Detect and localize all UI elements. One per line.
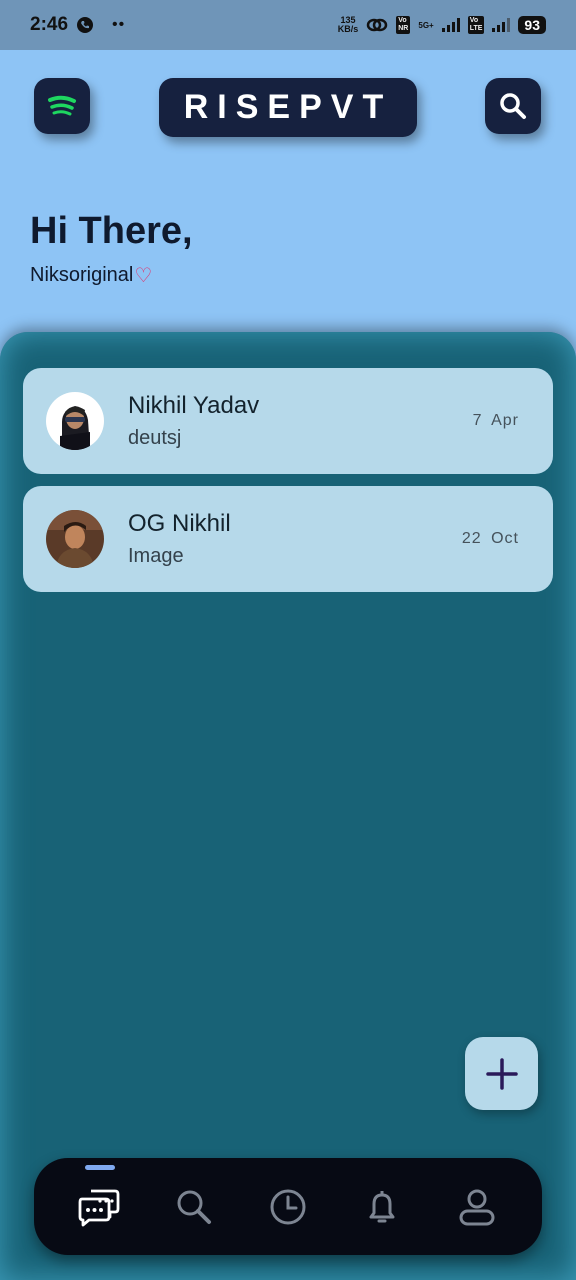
chat-name: Nikhil Yadav xyxy=(128,392,260,419)
search-icon xyxy=(177,1190,211,1224)
nav-chats[interactable] xyxy=(71,1164,127,1235)
volte-icon: Vo NR xyxy=(396,16,411,34)
history-icon xyxy=(270,1189,306,1224)
more-notifications-icon: •• xyxy=(112,16,126,33)
nav-history[interactable] xyxy=(260,1179,316,1235)
username-line: Niksoriginal ♡ xyxy=(30,263,152,288)
nav-profile[interactable] xyxy=(449,1179,505,1235)
chat-item-og-nikhil[interactable]: OG Nikhil Image 22 Oct xyxy=(23,486,553,592)
active-indicator xyxy=(85,1164,116,1170)
chat-last-message: deutsj xyxy=(128,427,182,449)
nav-search[interactable] xyxy=(166,1179,222,1235)
chat-item-nikhil-yadav[interactable]: Nikhil Yadav deutsj 7 Apr xyxy=(23,368,553,474)
profile-icon xyxy=(459,1189,495,1225)
chat-date: 7 Apr xyxy=(472,412,519,429)
username: Niksoriginal xyxy=(30,264,134,286)
app-title: RISEPVT xyxy=(159,78,417,137)
chat-name: OG Nikhil xyxy=(128,510,231,537)
notifications-icon xyxy=(369,1190,395,1222)
heart-icon: ♡ xyxy=(134,265,153,287)
search-icon xyxy=(500,93,526,119)
chat-panel: Nikhil Yadav deutsj 7 Apr OG Nikhil Imag… xyxy=(0,332,576,1280)
greeting-title: Hi There, xyxy=(30,210,193,252)
net-speed: 135 KB/s xyxy=(338,16,359,34)
nav-notifications[interactable] xyxy=(354,1179,410,1235)
chat-last-message: Image xyxy=(128,545,184,567)
signal-icon-2 xyxy=(492,18,511,32)
network-label: 5G+ xyxy=(418,20,434,30)
chat-date: 22 Oct xyxy=(461,530,519,547)
avatar[interactable] xyxy=(46,392,104,450)
search-button[interactable] xyxy=(485,78,541,134)
avatar[interactable] xyxy=(46,510,104,568)
spotify-icon xyxy=(48,95,76,116)
new-chat-button[interactable] xyxy=(465,1037,538,1110)
link-icon xyxy=(367,18,388,32)
volte-lte-icon: Vo LTE xyxy=(467,16,485,34)
signal-icon xyxy=(441,18,460,32)
status-time: 2:46 xyxy=(30,14,69,35)
battery-indicator: 93 xyxy=(518,16,546,34)
net-speed-unit: KB/s xyxy=(337,24,359,34)
bottom-nav xyxy=(34,1158,542,1255)
spotify-button[interactable] xyxy=(34,78,90,134)
plus-icon xyxy=(485,1057,518,1090)
call-icon xyxy=(77,17,94,33)
chats-icon xyxy=(78,1189,120,1226)
status-bar: 2:46 •• 135 KB/s Vo NR 5G+ Vo LTE 93 xyxy=(0,0,576,50)
